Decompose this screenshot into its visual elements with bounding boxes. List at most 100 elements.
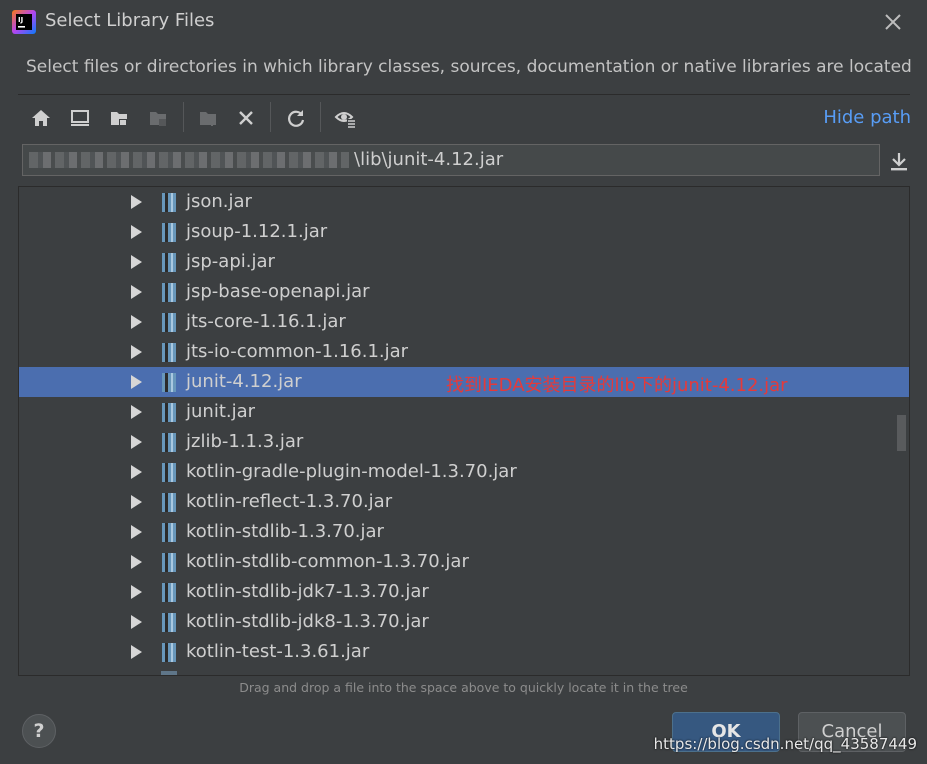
tree-row[interactable]: jzlib-1.1.3.jar [19, 427, 909, 457]
window-title: Select Library Files [45, 10, 215, 31]
tree-row[interactable]: kotlin-stdlib-1.3.70.jar [19, 517, 909, 547]
toolbar-separator [270, 102, 271, 132]
tree-row[interactable]: jts-core-1.16.1.jar [19, 307, 909, 337]
path-redacted-prefix [29, 152, 349, 168]
drag-drop-hint: Drag and drop a file into the space abov… [239, 680, 688, 695]
refresh-button[interactable] [282, 104, 310, 132]
toolbar-separator [183, 102, 184, 132]
file-name: kotlin-stdlib-jdk8-1.3.70.jar [186, 611, 429, 632]
tree-row[interactable]: junit-4.12.jar 找到IEDA安装目录的lib下的junit-4.12… [19, 367, 909, 397]
desktop-button[interactable] [66, 104, 94, 132]
file-tree[interactable]: kotlin-test-1.3.61.jar kotlin-stdlib-jdk8… [18, 186, 910, 676]
tree-row[interactable]: jsp-api.jar [19, 247, 909, 277]
expand-arrow-icon[interactable] [131, 495, 142, 509]
title-bar: IJ Select Library Files [0, 0, 927, 44]
expand-arrow-icon[interactable] [131, 465, 142, 479]
expand-arrow-icon[interactable] [131, 435, 142, 449]
jar-archive-icon [162, 463, 176, 482]
project-folder-button[interactable] [105, 104, 133, 132]
jar-archive-icon [162, 343, 176, 362]
close-icon[interactable] [882, 11, 904, 33]
file-name: kotlin-stdlib-common-1.3.70.jar [186, 551, 469, 572]
tree-row[interactable]: kotlin-reflect-1.3.70.jar [19, 487, 909, 517]
file-name: junit-4.12.jar [186, 371, 302, 392]
jar-archive-icon [162, 433, 176, 452]
jar-archive-icon [162, 283, 176, 302]
expand-arrow-icon[interactable] [131, 405, 142, 419]
desktop-icon [71, 110, 89, 126]
file-name: jts-core-1.16.1.jar [186, 311, 346, 332]
divider [18, 94, 910, 95]
expand-arrow-icon[interactable] [131, 315, 142, 329]
file-name: kotlin-test-1.3.61.jar [186, 641, 370, 662]
module-folder-button [144, 104, 172, 132]
tree-row[interactable]: kotlin-gradle-plugin-model-1.3.70.jar [19, 457, 909, 487]
scrollbar-thumb[interactable] [897, 415, 906, 451]
jar-archive-icon [162, 553, 176, 572]
jar-archive-icon [162, 403, 176, 422]
expand-arrow-icon[interactable] [131, 525, 142, 539]
expand-arrow-icon[interactable] [131, 255, 142, 269]
jar-archive-icon [162, 613, 176, 632]
file-name: kotlin-reflect-1.3.70.jar [186, 491, 393, 512]
tree-row[interactable]: kotlin-stdlib-common-1.3.70.jar [19, 547, 909, 577]
dialog-description: Select files or directories in which lib… [26, 57, 912, 77]
file-name: jsp-base-openapi.jar [186, 281, 370, 302]
path-input[interactable]: \lib\junit-4.12.jar [22, 144, 880, 176]
expand-arrow-icon[interactable] [131, 585, 142, 599]
tree-row[interactable]: junit.jar [19, 397, 909, 427]
refresh-icon [288, 110, 305, 127]
file-name: jzlib-1.1.3.jar [186, 431, 304, 452]
annotation-text: 找到IEDA安装目录的lib下的junit-4.12.jar [446, 375, 788, 396]
file-name: jsp-api.jar [186, 251, 275, 272]
expand-arrow-icon[interactable] [131, 345, 142, 359]
jar-archive-icon [162, 253, 176, 272]
file-name: junit.jar [186, 401, 256, 422]
tree-row[interactable]: json.jar [19, 187, 909, 217]
expand-arrow-icon[interactable] [131, 375, 142, 389]
path-value: \lib\junit-4.12.jar [354, 149, 504, 170]
tree-row[interactable]: jsp-base-openapi.jar [19, 277, 909, 307]
expand-arrow-icon[interactable] [131, 645, 142, 659]
download-icon[interactable] [886, 150, 912, 174]
file-name: jts-io-common-1.16.1.jar [186, 341, 409, 362]
help-button[interactable]: ? [22, 714, 56, 748]
expand-arrow-icon[interactable] [131, 615, 142, 629]
tree-row[interactable]: kotlin-test-1.3.61.jar [19, 637, 909, 667]
intellij-logo-icon: IJ [12, 10, 36, 34]
file-name: json.jar [186, 191, 252, 212]
jar-archive-icon [162, 523, 176, 542]
tree-row[interactable]: jsoup-1.12.1.jar [19, 217, 909, 247]
file-name: jsoup-1.12.1.jar [186, 221, 328, 242]
hide-path-link[interactable]: Hide path [823, 107, 911, 128]
file-name: kotlin-stdlib-1.3.70.jar [186, 521, 384, 542]
toolbar-separator [320, 102, 321, 132]
jar-archive-icon [162, 373, 176, 392]
watermark: https://blog.csdn.net/qq_43587449 [653, 735, 917, 753]
delete-button[interactable] [232, 104, 260, 132]
project-folder-icon [111, 112, 127, 126]
jar-archive-icon [162, 493, 176, 512]
delete-icon [239, 111, 253, 125]
tree-row[interactable]: kotlin-stdlib-jdk8-1.3.70.jar [19, 607, 909, 637]
expand-arrow-icon[interactable] [131, 285, 142, 299]
home-icon [32, 110, 50, 126]
expand-arrow-icon[interactable] [131, 225, 142, 239]
expand-arrow-icon[interactable] [131, 555, 142, 569]
new-folder-button [194, 104, 222, 132]
home-button[interactable] [27, 104, 55, 132]
expand-arrow-icon[interactable] [131, 195, 142, 209]
jar-archive-icon [162, 643, 176, 662]
svg-text:IJ: IJ [18, 16, 23, 24]
module-folder-icon [150, 112, 166, 126]
new-folder-icon [200, 112, 216, 126]
tree-row[interactable]: kotlin-stdlib-jdk7-1.3.70.jar [19, 577, 909, 607]
partial-next-row [161, 671, 177, 675]
show-hidden-icon [334, 112, 356, 128]
file-name: kotlin-stdlib-jdk7-1.3.70.jar [186, 581, 429, 602]
jar-archive-icon [162, 223, 176, 242]
jar-archive-icon [162, 313, 176, 332]
tree-row[interactable]: jts-io-common-1.16.1.jar [19, 337, 909, 367]
show-hidden-button[interactable] [332, 104, 360, 132]
jar-archive-icon [162, 193, 176, 212]
